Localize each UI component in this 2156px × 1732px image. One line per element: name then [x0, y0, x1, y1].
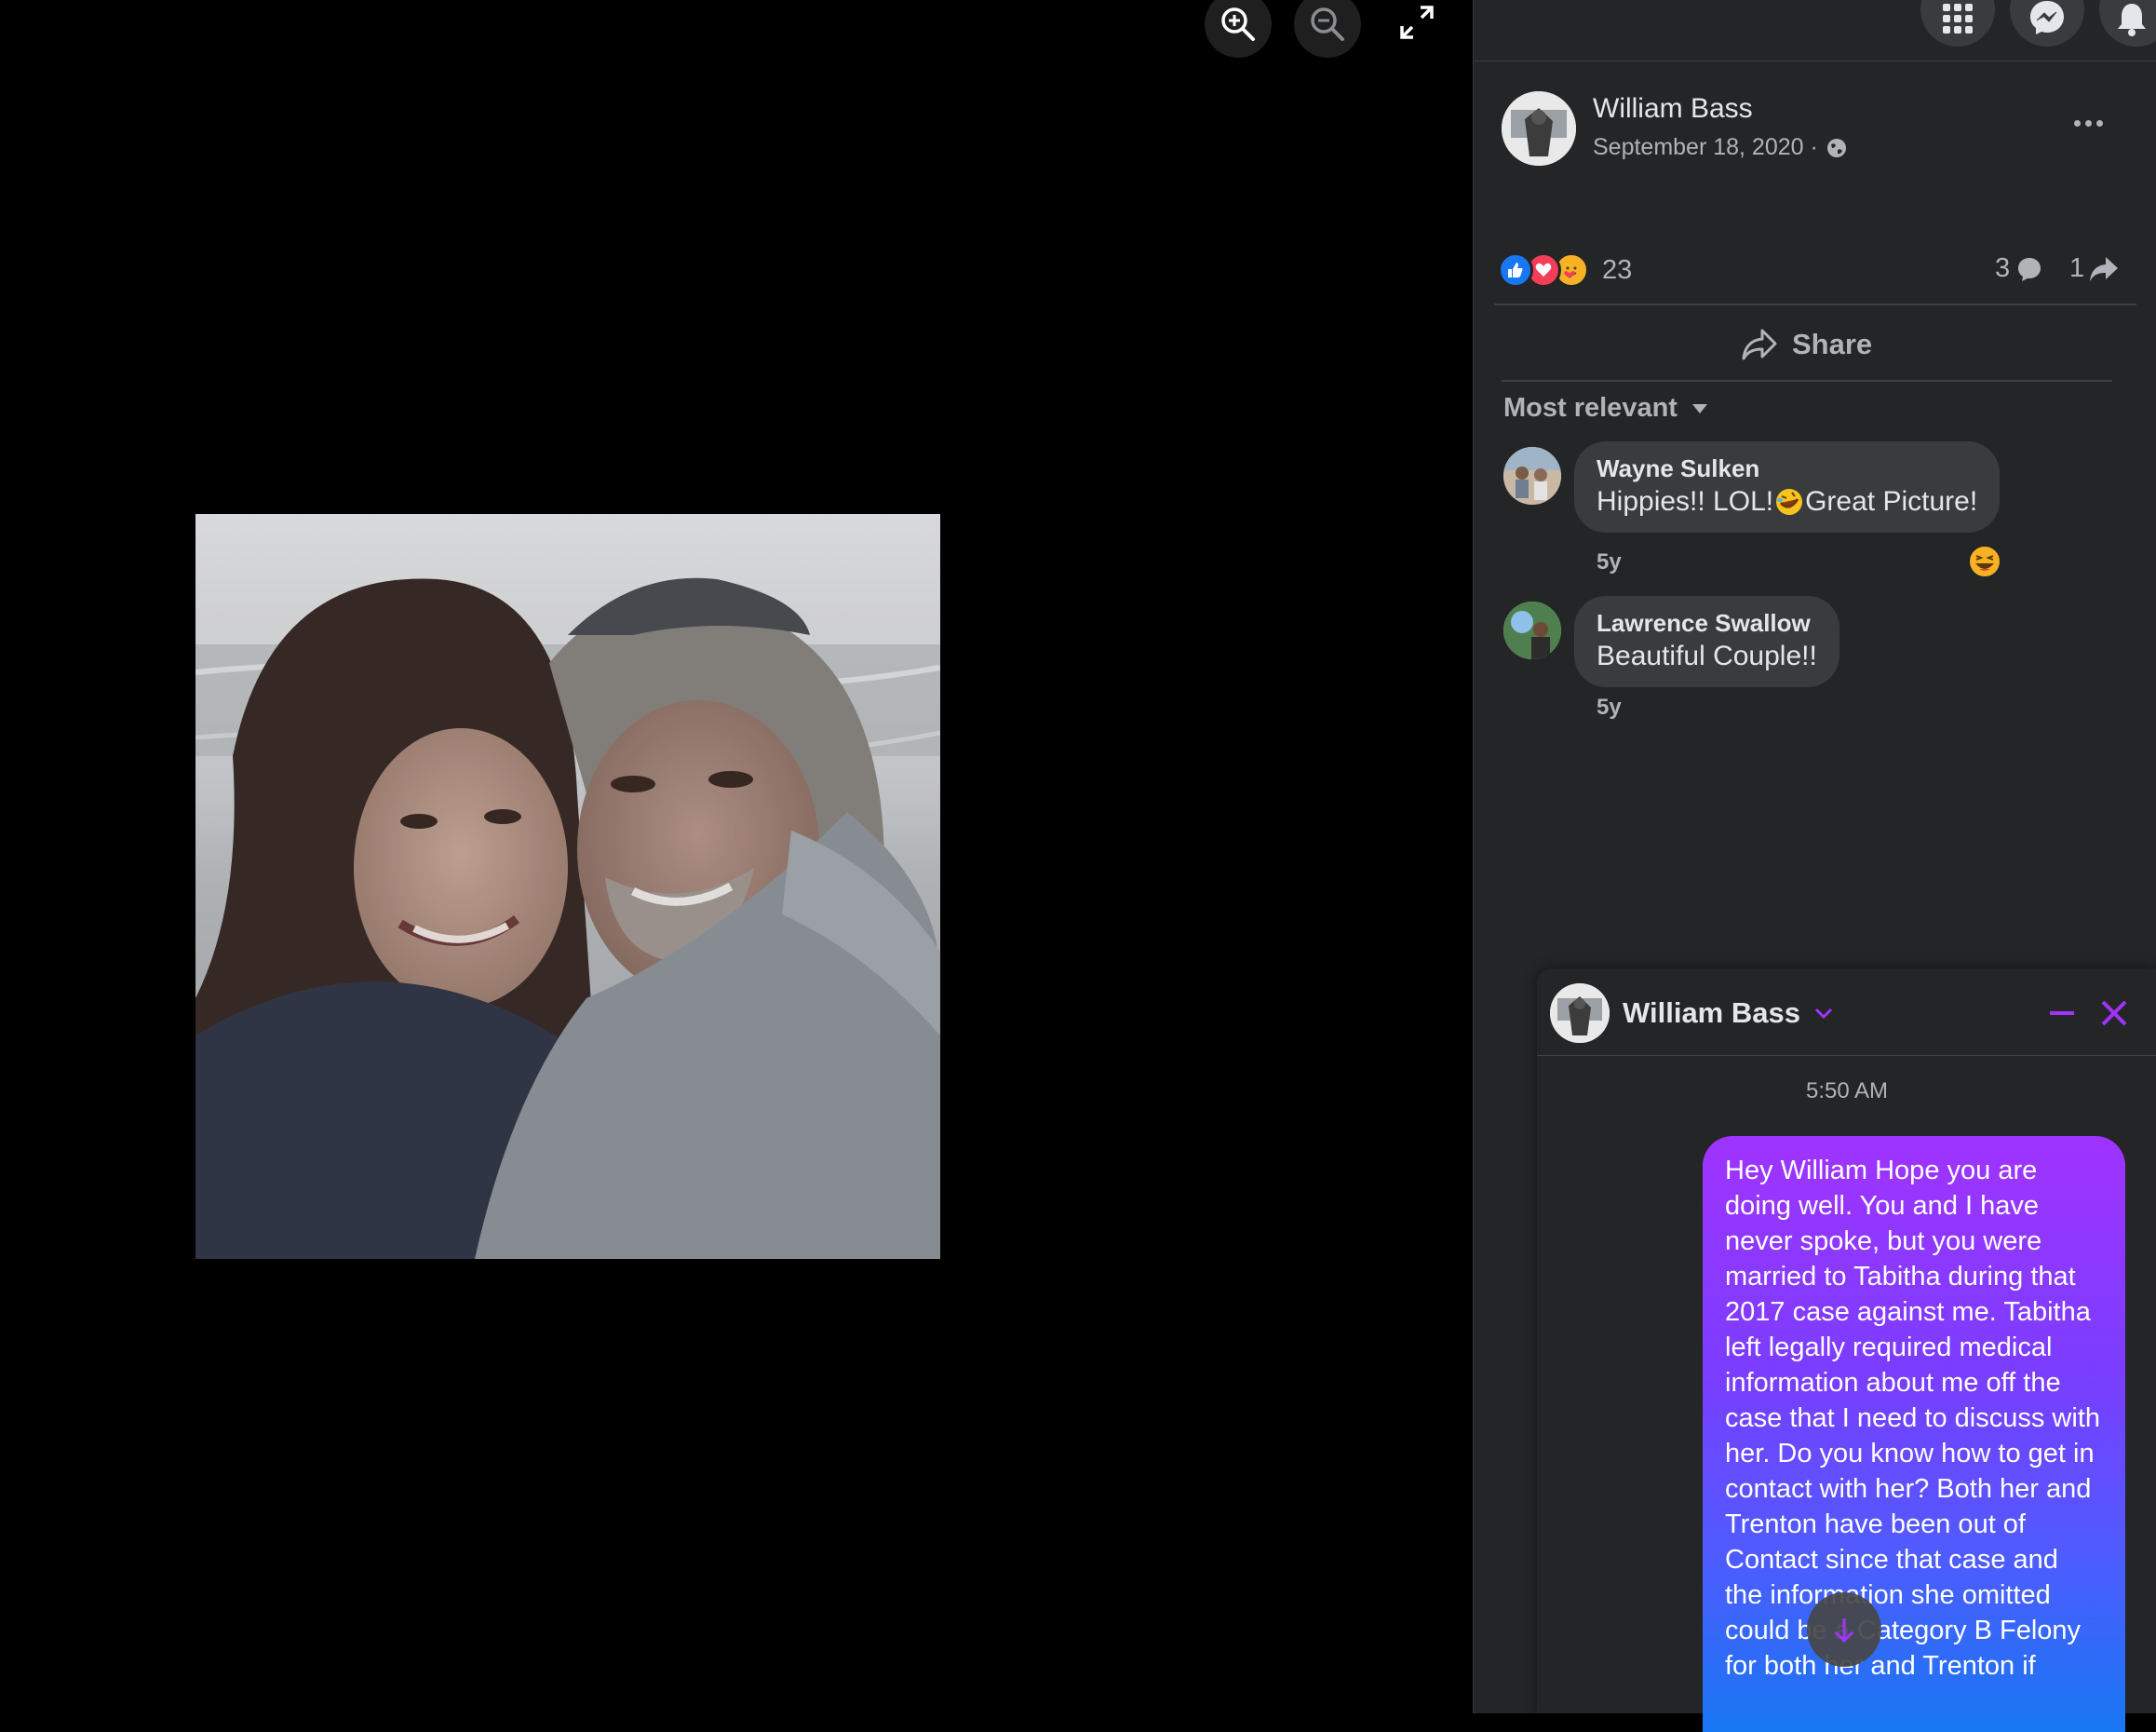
- sent-message-bubble[interactable]: Hey William Hope you are doing well. You…: [1703, 1136, 2125, 1732]
- apps-grid-icon: [1943, 4, 1973, 34]
- caret-down-icon: [1691, 403, 1707, 413]
- divider: [1502, 380, 2112, 382]
- chat-header: William Bass: [1537, 968, 2156, 1056]
- reaction-count: 23: [1602, 254, 1633, 285]
- zoom-out-icon: [1311, 7, 1344, 41]
- comment-icon: [2018, 257, 2041, 281]
- post-panel: William Bass September 18, 2020 · 23 3 1: [1473, 0, 2156, 1732]
- messenger-icon: [2030, 1, 2064, 34]
- rofl-emoji-icon: [1776, 489, 1803, 515]
- chat-avatar[interactable]: [1550, 983, 1610, 1043]
- share-button[interactable]: Share: [1740, 320, 1872, 369]
- comment-sort-dropdown[interactable]: Most relevant: [1503, 393, 1709, 424]
- chevron-down-icon: [1814, 1008, 1833, 1020]
- top-bar: [1474, 0, 2156, 61]
- more-options-button[interactable]: [2062, 104, 2114, 142]
- comment-reaction[interactable]: [1967, 544, 2002, 579]
- comment-text-part: Hippies!! LOL!: [1597, 486, 1774, 517]
- haha-emoji-icon: [1968, 545, 2001, 578]
- commenter-avatar[interactable]: [1503, 602, 1561, 659]
- scroll-to-bottom-button[interactable]: [1807, 1592, 1881, 1667]
- globe-icon: [1826, 138, 1846, 157]
- share-label: Share: [1792, 328, 1873, 360]
- chat-window: William Bass 5:50 AM Hey William Hope yo…: [1537, 968, 2156, 1732]
- zoom-out-button[interactable]: [1294, 0, 1361, 58]
- comment-bubble: Wayne Sulken Hippies!! LOL! Great Pictur…: [1574, 441, 2001, 533]
- fullscreen-button[interactable]: [1396, 2, 1437, 43]
- chat-contact-button[interactable]: William Bass: [1623, 996, 1834, 1030]
- notifications-button[interactable]: [2099, 0, 2156, 47]
- post-date[interactable]: September 18, 2020 ·: [1593, 134, 1818, 161]
- post-author-name[interactable]: William Bass: [1593, 93, 1753, 125]
- zoom-in-icon: [1221, 7, 1255, 41]
- chat-contact-name: William Bass: [1623, 996, 1800, 1029]
- chat-timestamp: 5:50 AM: [1805, 1078, 1889, 1103]
- comment-text: Hippies!! LOL! Great Picture!: [1597, 484, 1977, 520]
- reactions-summary[interactable]: 23: [1498, 251, 1632, 289]
- commenter-name[interactable]: Wayne Sulken: [1597, 453, 1977, 484]
- comment-text: Beautiful Couple!!: [1597, 641, 1817, 671]
- arrow-down-icon: [1834, 1618, 1854, 1644]
- comment-count-button[interactable]: 3: [1995, 253, 2043, 284]
- close-chat-button[interactable]: [2095, 995, 2133, 1032]
- minimize-icon: [2050, 1011, 2074, 1015]
- sort-label: Most relevant: [1503, 393, 1678, 423]
- post-photo: [195, 514, 940, 1259]
- sent-message-text: Hey William Hope you are doing well. You…: [1725, 1156, 2100, 1681]
- comment-text-part: Great Picture!: [1805, 486, 1978, 517]
- bell-icon: [2118, 4, 2146, 36]
- minimize-chat-button[interactable]: [2043, 995, 2081, 1032]
- more-icon: [2073, 119, 2081, 127]
- share-count: 1: [2069, 253, 2085, 283]
- zoom-in-button[interactable]: [1205, 0, 1272, 58]
- comment-time[interactable]: 5y: [1597, 695, 1622, 721]
- comment-bubble: Lawrence Swallow Beautiful Couple!!: [1574, 596, 1839, 687]
- messenger-button[interactable]: [2010, 0, 2084, 47]
- share-icon: [2090, 256, 2119, 281]
- like-icon: [1498, 252, 1533, 288]
- close-icon: [2101, 1000, 2127, 1026]
- menu-button[interactable]: [1920, 0, 1995, 47]
- share-count-button[interactable]: 1: [2069, 253, 2120, 284]
- comment-time[interactable]: 5y: [1597, 549, 1622, 575]
- commenter-avatar[interactable]: [1503, 447, 1561, 505]
- fullscreen-icon: [1400, 6, 1434, 39]
- comment-count: 3: [1995, 253, 2011, 283]
- post-meta: September 18, 2020 ·: [1593, 134, 1848, 161]
- share-icon: [1742, 329, 1777, 360]
- author-avatar[interactable]: [1502, 91, 1576, 166]
- photo-viewer: [0, 0, 1473, 1713]
- commenter-name[interactable]: Lawrence Swallow: [1597, 607, 1817, 639]
- divider: [1494, 304, 2136, 305]
